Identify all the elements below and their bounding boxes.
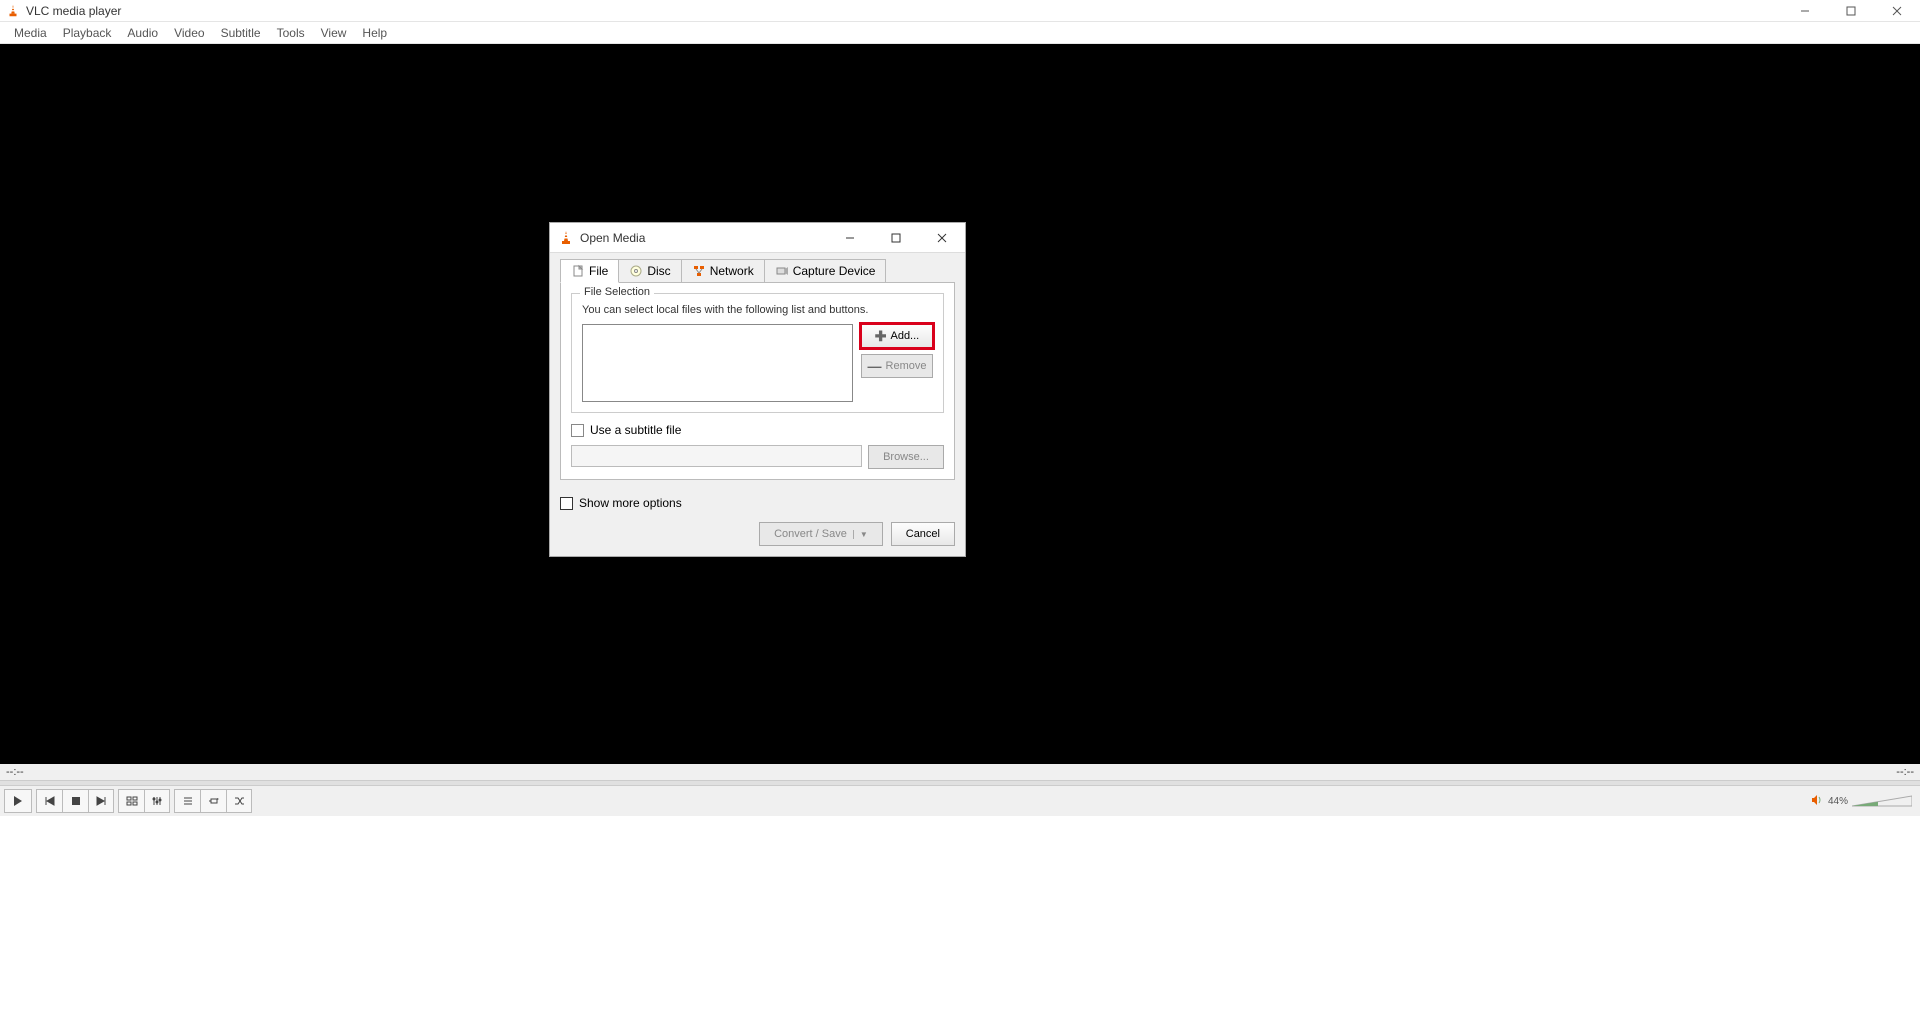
file-icon [571, 264, 585, 278]
convert-save-label: Convert / Save [774, 528, 847, 540]
vlc-icon [6, 4, 20, 18]
menu-audio[interactable]: Audio [119, 26, 166, 40]
browse-button: Browse... [868, 445, 944, 469]
dialog-title-bar: Open Media [550, 223, 965, 253]
dialog-action-row: Convert / Save ▼ Cancel [550, 516, 965, 556]
file-selection-desc: You can select local files with the foll… [582, 304, 933, 316]
menu-view[interactable]: View [313, 26, 355, 40]
tab-disc-label: Disc [647, 264, 670, 278]
volume-percent: 44% [1828, 796, 1848, 807]
file-selection-fieldset: File Selection You can select local file… [571, 293, 944, 413]
menu-playback[interactable]: Playback [55, 26, 120, 40]
open-media-dialog: Open Media File Disc Network Capture Dev… [549, 222, 966, 557]
playlist-button[interactable] [174, 789, 200, 813]
dialog-tabs: File Disc Network Capture Device [550, 253, 965, 283]
subtitle-checkbox-label: Use a subtitle file [590, 423, 681, 437]
play-button[interactable] [4, 789, 32, 813]
subtitle-checkbox-row: Use a subtitle file [571, 423, 944, 437]
menu-bar: Media Playback Audio Video Subtitle Tool… [0, 22, 1920, 44]
loop-button[interactable] [200, 789, 226, 813]
status-bar: --:-- --:-- [0, 764, 1920, 780]
add-button[interactable]: ✚ Add... [861, 324, 933, 348]
dialog-title: Open Media [580, 231, 645, 245]
menu-subtitle[interactable]: Subtitle [213, 26, 269, 40]
add-button-label: Add... [890, 330, 919, 342]
tab-capture[interactable]: Capture Device [764, 259, 887, 283]
minus-icon: — [868, 359, 882, 373]
control-bar: 44% [0, 786, 1920, 816]
menu-video[interactable]: Video [166, 26, 212, 40]
show-more-label: Show more options [579, 496, 682, 510]
tab-capture-label: Capture Device [793, 264, 876, 278]
show-more-checkbox[interactable] [560, 497, 573, 510]
main-title-bar: VLC media player [0, 0, 1920, 22]
browse-button-label: Browse... [883, 451, 929, 463]
extended-settings-button[interactable] [144, 789, 170, 813]
subtitle-path-input [571, 445, 862, 467]
menu-help[interactable]: Help [354, 26, 395, 40]
stop-button[interactable] [62, 789, 88, 813]
cancel-button[interactable]: Cancel [891, 522, 955, 546]
time-elapsed: --:-- [6, 766, 24, 778]
fullscreen-button[interactable] [118, 789, 144, 813]
volume-section: 44% [1810, 793, 1912, 810]
close-button[interactable] [1874, 0, 1920, 22]
menu-media[interactable]: Media [6, 26, 55, 40]
maximize-button[interactable] [1828, 0, 1874, 22]
tab-file[interactable]: File [560, 259, 619, 283]
file-list[interactable] [582, 324, 853, 402]
tab-network-label: Network [710, 264, 754, 278]
cancel-label: Cancel [906, 528, 940, 540]
disc-icon [629, 264, 643, 278]
volume-slider[interactable] [1852, 794, 1912, 808]
time-remaining: --:-- [1896, 766, 1914, 778]
remove-button[interactable]: — Remove [861, 354, 933, 378]
next-button[interactable] [88, 789, 114, 813]
menu-tools[interactable]: Tools [269, 26, 313, 40]
tab-file-label: File [589, 264, 608, 278]
volume-icon[interactable] [1810, 793, 1824, 810]
app-title: VLC media player [26, 4, 121, 18]
shuffle-button[interactable] [226, 789, 252, 813]
dialog-close-button[interactable] [919, 223, 965, 253]
show-more-row: Show more options [550, 490, 965, 516]
tab-disc[interactable]: Disc [618, 259, 681, 283]
vlc-icon [558, 230, 574, 246]
file-selection-legend: File Selection [580, 286, 654, 298]
dropdown-arrow-icon: ▼ [853, 530, 868, 539]
dialog-minimize-button[interactable] [827, 223, 873, 253]
network-icon [692, 264, 706, 278]
minimize-button[interactable] [1782, 0, 1828, 22]
remove-button-label: Remove [886, 360, 927, 372]
convert-save-button[interactable]: Convert / Save ▼ [759, 522, 883, 546]
file-tab-panel: File Selection You can select local file… [560, 282, 955, 480]
dialog-maximize-button[interactable] [873, 223, 919, 253]
capture-icon [775, 264, 789, 278]
window-controls [1782, 0, 1920, 22]
subtitle-checkbox[interactable] [571, 424, 584, 437]
previous-button[interactable] [36, 789, 62, 813]
plus-icon: ✚ [875, 329, 887, 343]
tab-network[interactable]: Network [681, 259, 765, 283]
